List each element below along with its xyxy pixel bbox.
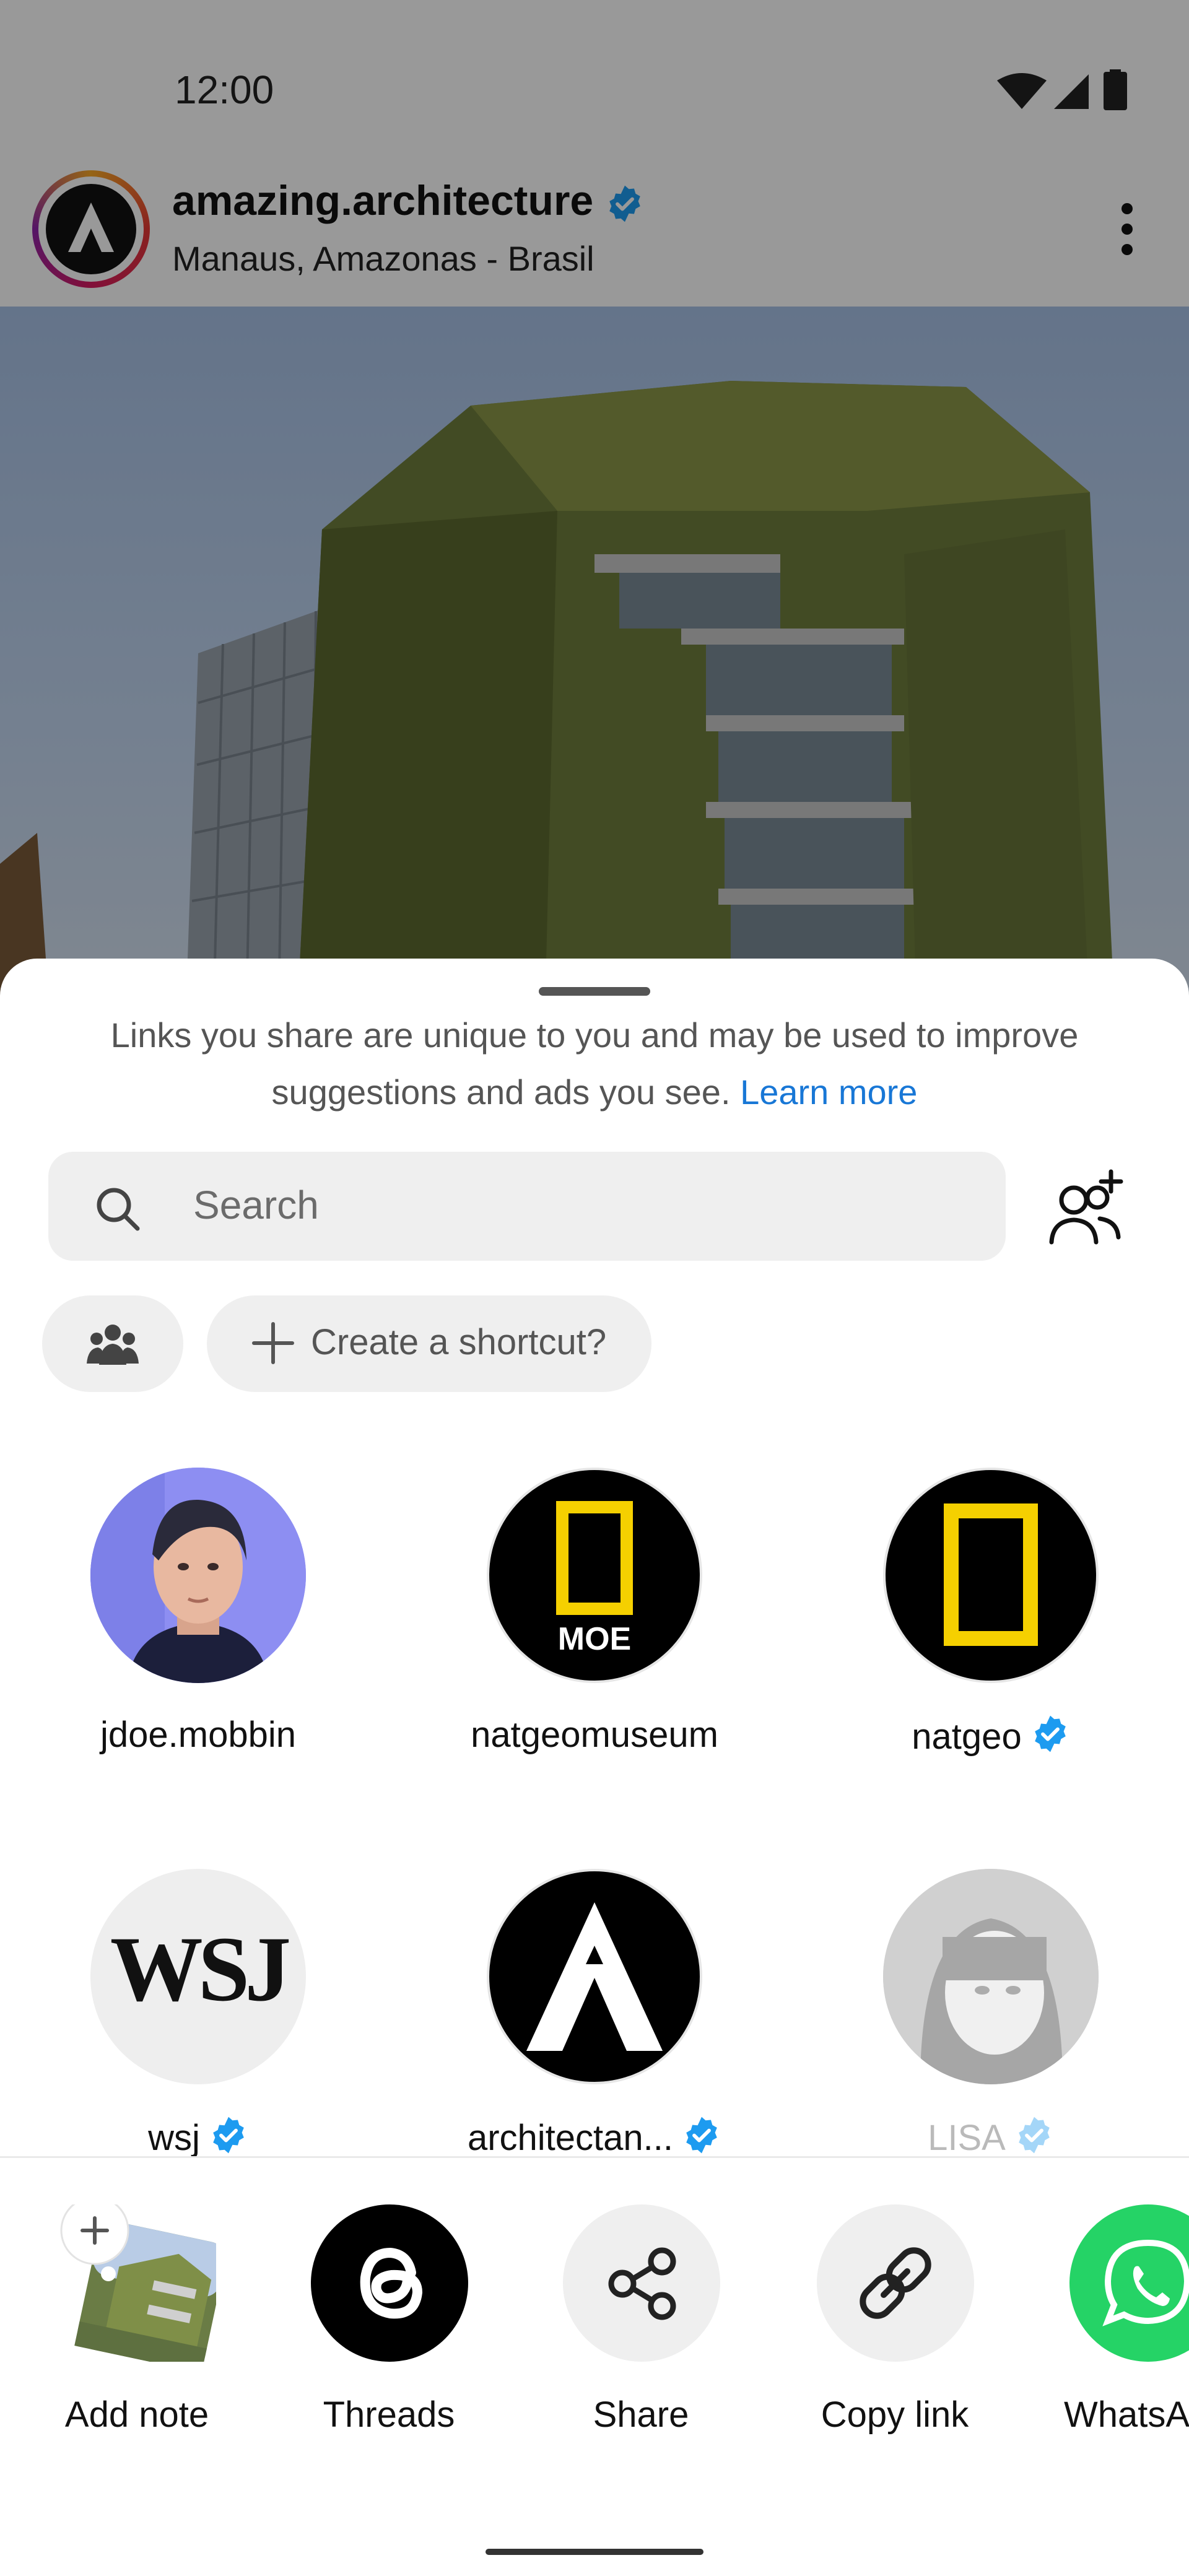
contact-architectan[interactable]: architectan... <box>396 1869 793 2216</box>
add-note-button[interactable]: Add note <box>10 2196 264 2452</box>
groups-chip[interactable] <box>42 1295 183 1392</box>
threads-button[interactable]: Threads <box>262 2204 516 2452</box>
architecture-logo-icon <box>526 1902 663 2051</box>
contact-name: jdoe.mobbin <box>100 1715 296 1755</box>
contact-name: architectan... <box>396 2115 793 2159</box>
contact-name: wsj <box>0 2115 396 2159</box>
create-shortcut-chip[interactable]: Create a shortcut? <box>207 1295 651 1392</box>
screen: 12:00 amazing.architecture Manaus, Amazo… <box>0 0 1189 2576</box>
contact-name: LISA <box>793 2115 1189 2159</box>
threads-label: Threads <box>323 2395 455 2435</box>
add-note-icon <box>59 2196 226 2373</box>
whatsapp-icon <box>1069 2204 1189 2362</box>
wsj-logo-text: WSJ <box>110 1918 289 2021</box>
contact-wsj[interactable]: WSJ wsj <box>0 1869 396 2216</box>
actions-divider <box>0 2156 1189 2158</box>
search-icon <box>97 1188 140 1231</box>
share-icon <box>563 2204 720 2362</box>
disclaimer-text: Links you share are unique to you and ma… <box>110 1016 1079 1112</box>
avatar: WSJ <box>90 1869 306 2084</box>
plus-icon <box>252 1322 294 1364</box>
natgeo-logo-icon <box>944 1503 1038 1646</box>
groups-icon <box>87 1325 139 1365</box>
verified-badge-icon <box>686 2117 717 2154</box>
copy-link-label: Copy link <box>821 2395 969 2435</box>
add-people-icon[interactable] <box>1047 1169 1127 1250</box>
avatar <box>90 1468 306 1683</box>
share-button[interactable]: Share <box>514 2204 768 2452</box>
create-shortcut-label: Create a shortcut? <box>311 1322 607 1362</box>
contact-natgeo[interactable]: natgeo <box>793 1468 1189 1814</box>
home-indicator[interactable] <box>486 2549 703 2555</box>
add-note-label: Add note <box>64 2395 209 2435</box>
copy-link-button[interactable]: Copy link <box>768 2204 1022 2452</box>
verified-badge-icon <box>213 2117 244 2154</box>
avatar <box>487 1869 702 2084</box>
avatar: MOE <box>487 1468 702 1683</box>
verified-badge-icon <box>1034 1715 1066 1752</box>
contact-name: natgeo <box>793 1714 1189 1757</box>
museum-logo-text: MOE <box>558 1621 631 1657</box>
search-bar[interactable] <box>48 1152 1006 1261</box>
share-label: Share <box>593 2395 689 2435</box>
whatsapp-label: WhatsA <box>1064 2395 1189 2435</box>
avatar <box>883 1869 1099 2084</box>
search-input[interactable] <box>193 1174 936 1236</box>
wsj-logo-icon: WSJ <box>110 1918 294 2021</box>
drag-handle[interactable] <box>539 987 650 996</box>
learn-more-link[interactable]: Learn more <box>740 1073 917 1112</box>
link-icon <box>817 2204 974 2362</box>
contact-name: natgeomuseum <box>471 1715 718 1755</box>
share-disclaimer: Links you share are unique to you and ma… <box>74 1007 1115 1121</box>
natgeo-museum-logo-icon: MOE <box>556 1501 633 1657</box>
scrim-overlay[interactable] <box>0 0 1189 1016</box>
contact-natgeomuseum[interactable]: MOE natgeomuseum <box>396 1468 793 1814</box>
avatar <box>883 1468 1099 1683</box>
whatsapp-button[interactable]: WhatsA <box>1021 2204 1189 2452</box>
verified-badge-icon <box>1019 2117 1050 2154</box>
contact-jdoe-mobbin[interactable]: jdoe.mobbin <box>0 1468 396 1814</box>
contact-lisa[interactable]: LISA <box>793 1869 1189 2216</box>
threads-icon <box>311 2204 468 2362</box>
